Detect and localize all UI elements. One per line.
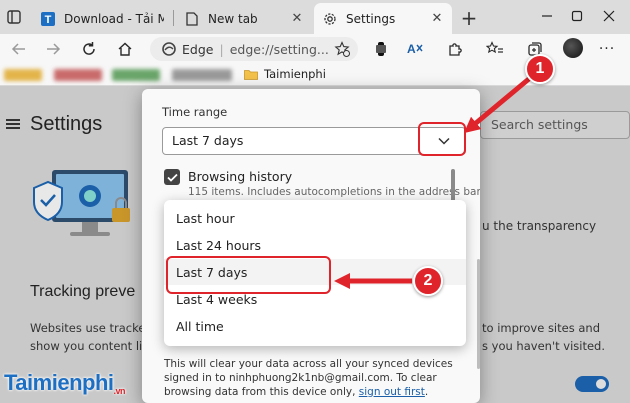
close-icon[interactable]: ✕ bbox=[290, 11, 304, 26]
search-placeholder: Search settings bbox=[491, 117, 588, 132]
time-range-value: Last 7 days bbox=[172, 133, 244, 148]
tab-settings[interactable]: Settings ✕ bbox=[314, 3, 452, 34]
blurred-bookmark[interactable] bbox=[112, 69, 160, 81]
sign-out-link[interactable]: sign out first bbox=[359, 386, 425, 398]
more-menu-button[interactable]: ··· bbox=[594, 37, 620, 61]
forward-button[interactable] bbox=[40, 37, 66, 61]
extension-button[interactable] bbox=[368, 37, 394, 61]
annotation-highlight-box bbox=[418, 122, 466, 156]
add-favorite-icon[interactable] bbox=[334, 41, 350, 57]
dropdown-option[interactable]: Last 24 hours bbox=[164, 232, 466, 258]
arrow-left-icon bbox=[11, 43, 25, 55]
home-icon bbox=[118, 42, 132, 56]
refresh-button[interactable] bbox=[76, 37, 102, 61]
translate-button[interactable]: A bbox=[402, 37, 428, 61]
ellipsis-icon: ··· bbox=[598, 41, 616, 57]
watermark-text: Taimienphi.vn bbox=[4, 370, 126, 396]
extensions-button[interactable] bbox=[442, 37, 468, 61]
checkmark-icon bbox=[166, 173, 178, 182]
dropdown-option[interactable]: All time bbox=[164, 313, 466, 339]
maximize-button[interactable] bbox=[564, 5, 590, 27]
annotation-step-1-badge: 1 bbox=[525, 54, 555, 84]
close-icon bbox=[603, 10, 615, 22]
browsing-history-checkbox[interactable] bbox=[164, 169, 180, 185]
tab-new-tab[interactable]: New tab ✕ bbox=[176, 3, 312, 34]
minimize-button[interactable] bbox=[534, 5, 560, 27]
time-range-label: Time range bbox=[162, 105, 228, 119]
annotation-highlight-box bbox=[166, 256, 331, 294]
page-text: show you content lik bbox=[30, 339, 149, 353]
close-window-button[interactable] bbox=[596, 5, 622, 27]
gear-icon bbox=[322, 11, 338, 27]
puzzle-icon bbox=[449, 43, 462, 56]
page-icon bbox=[184, 11, 200, 27]
tab-title: New tab bbox=[208, 11, 258, 26]
folder-icon bbox=[244, 69, 258, 80]
footer-period: . bbox=[424, 386, 429, 398]
maximize-icon bbox=[571, 10, 583, 22]
svg-text:T: T bbox=[45, 14, 52, 26]
tab-strip: T Download - Tải Mi New tab ✕ Settings ✕… bbox=[0, 0, 630, 34]
address-divider: | bbox=[219, 41, 224, 57]
arrow-right-icon bbox=[47, 43, 61, 55]
favorites-folder-taimienphi[interactable]: Taimienphi bbox=[244, 67, 326, 81]
dialog-scrollbar[interactable] bbox=[451, 169, 455, 203]
tab-actions-icon bbox=[7, 10, 21, 24]
new-tab-button[interactable]: + bbox=[457, 6, 481, 30]
minimize-icon bbox=[542, 15, 552, 17]
tracking-section-title: Tracking preve bbox=[30, 283, 136, 300]
page-text: Websites use trackers bbox=[30, 321, 157, 335]
edge-logo-icon bbox=[162, 42, 176, 56]
extension-icon bbox=[376, 42, 386, 56]
tab-download[interactable]: T Download - Tải Mi bbox=[32, 3, 172, 34]
refresh-icon bbox=[83, 42, 95, 55]
tab-title: Settings bbox=[346, 11, 396, 26]
dropdown-option[interactable]: Last hour bbox=[164, 205, 466, 231]
page-text: s you haven't visited. bbox=[482, 339, 605, 353]
back-button[interactable] bbox=[6, 37, 32, 61]
favorites-list-icon bbox=[486, 41, 503, 54]
tab-actions-button[interactable] bbox=[0, 4, 28, 30]
plus-icon: + bbox=[460, 6, 478, 30]
tracking-toggle[interactable] bbox=[575, 376, 609, 392]
privacy-illustration-icon bbox=[33, 170, 130, 236]
blurred-bookmark[interactable] bbox=[54, 69, 102, 81]
browsing-history-label: Browsing history bbox=[188, 169, 293, 184]
translate-icon: A bbox=[407, 42, 423, 56]
tab-title: Download - Tải Mi bbox=[64, 11, 164, 26]
t-logo-icon: T bbox=[40, 11, 56, 27]
dialog-footer: This will clear your data across all you… bbox=[164, 357, 464, 399]
annotation-step-2-badge: 2 bbox=[413, 266, 443, 296]
menu-icon[interactable] bbox=[6, 119, 20, 129]
address-bar[interactable]: Edge | edge://setting... bbox=[150, 37, 358, 61]
dialog-scrollbar-track[interactable] bbox=[477, 259, 480, 369]
page-text: u the transparency bbox=[482, 219, 597, 233]
browsing-history-desc: 115 items. Includes autocompletions in t… bbox=[188, 186, 480, 198]
address-brand: Edge bbox=[182, 41, 214, 57]
address-url: edge://setting... bbox=[229, 41, 329, 57]
taimienphi-watermark-logo: Taimienphi.vn bbox=[4, 368, 125, 398]
folder-label: Taimienphi bbox=[264, 67, 326, 81]
page-text: to improve sites and bbox=[482, 321, 600, 335]
home-button[interactable] bbox=[112, 37, 138, 61]
avatar[interactable] bbox=[563, 38, 583, 58]
blurred-bookmark[interactable] bbox=[172, 69, 232, 81]
favorites-button[interactable] bbox=[482, 37, 508, 61]
blurred-bookmark[interactable] bbox=[4, 69, 42, 81]
page-title: Settings bbox=[30, 113, 103, 135]
close-icon[interactable]: ✕ bbox=[430, 11, 444, 26]
tab-separator bbox=[173, 10, 174, 26]
svg-text:A: A bbox=[407, 42, 416, 56]
